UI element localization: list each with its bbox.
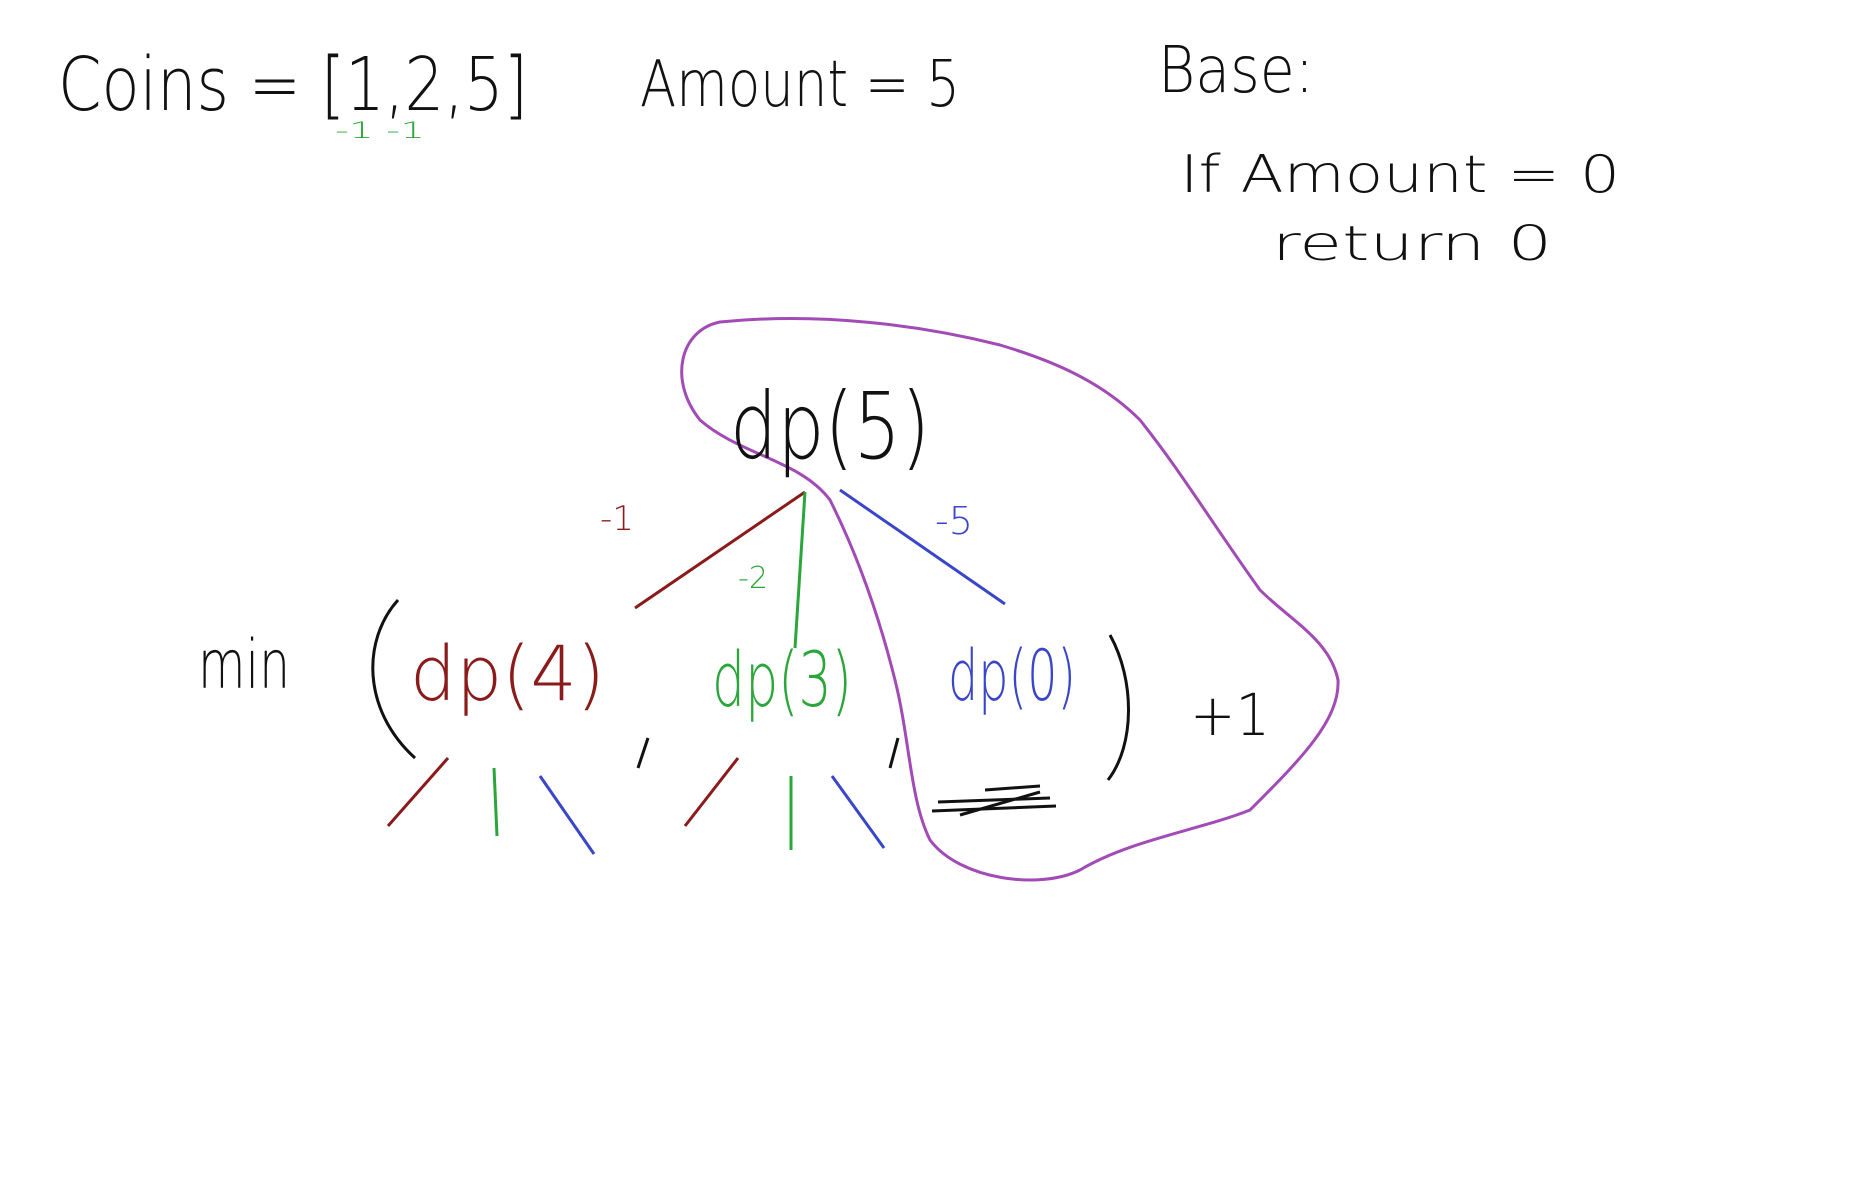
coins-marks: -1 -1 (335, 119, 425, 144)
dp4-branch-green (492, 767, 499, 837)
root-node: dp(5) (730, 373, 930, 480)
edge-label-minus-1: -1 (600, 499, 634, 539)
coins-label: Coins = [1,2,5] (58, 42, 528, 128)
whiteboard-canvas: Coins = [1,2,5] -1 -1 Amount = 5 Base: I… (0, 0, 1853, 1196)
whiteboard-drawing: Coins = [1,2,5] -1 -1 Amount = 5 Base: I… (58, 34, 1620, 882)
edge-line-minus-5 (839, 488, 1006, 606)
base-return: return 0 (1272, 216, 1552, 272)
open-paren (371, 598, 417, 760)
crossed-out-scribble (931, 784, 1057, 817)
dp3-branch-blue (830, 775, 886, 849)
amount-label: Amount = 5 (640, 48, 960, 122)
child-dp4: dp(4) (410, 629, 605, 718)
separator-comma-1 (636, 737, 650, 769)
edge-label-minus-5: -5 (935, 499, 973, 543)
min-label: min (198, 626, 290, 705)
child-dp0: dp(0) (948, 635, 1076, 717)
close-paren (1106, 634, 1130, 781)
plus-one: +1 (1190, 681, 1270, 749)
edge-line-minus-1 (634, 490, 806, 610)
edge-line-minus-2 (793, 491, 807, 649)
child-dp3: dp(3) (712, 635, 852, 724)
base-condition: If Amount = 0 (1180, 145, 1620, 205)
dp3-branch-red (683, 757, 740, 827)
separator-comma-2 (888, 737, 900, 769)
edge-label-minus-2: -2 (738, 561, 768, 596)
dp4-branch-red (386, 757, 450, 827)
dp4-branch-blue (538, 775, 596, 855)
base-title: Base: (1158, 34, 1314, 108)
